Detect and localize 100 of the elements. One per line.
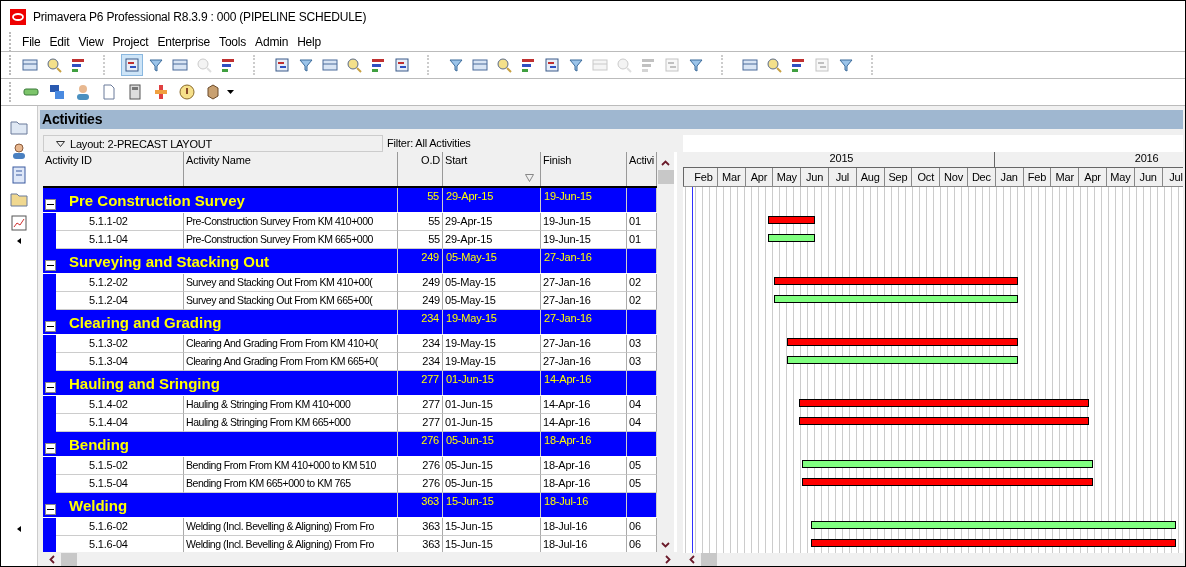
menu-item[interactable]: Help (293, 35, 325, 49)
menu-item[interactable]: Project (108, 35, 153, 49)
table-cell: 05-May-15 (443, 274, 541, 292)
filter-label: Filter: All Activities (386, 136, 472, 151)
scroll-up-icon[interactable] (661, 160, 670, 166)
timescale-month: Jul (829, 168, 857, 186)
horizontal-scrollbar[interactable] (683, 553, 1183, 566)
menu-item[interactable]: Admin (251, 35, 293, 49)
layout-name: Layout: 2-PRECAST LAYOUT (70, 137, 213, 150)
table-cell: 5.1.1-02 (56, 213, 184, 231)
table-cell: 29-Apr-15 (443, 188, 541, 212)
column-header[interactable]: Start (443, 152, 541, 186)
collapse-toggle[interactable] (45, 198, 56, 210)
wbs-group-name: Pre Construction Survey (69, 191, 245, 209)
menu-item[interactable]: View (74, 35, 108, 49)
collapse-toggle[interactable] (45, 503, 56, 515)
table-cell: 55 (398, 213, 443, 231)
table-cell: 19-May-15 (443, 310, 541, 334)
sort-icon (525, 174, 534, 182)
table-cell: 276 (398, 457, 443, 475)
scroll-left-icon[interactable] (49, 554, 55, 564)
folder2-icon[interactable] (10, 190, 28, 208)
menu-item[interactable]: File (18, 35, 45, 49)
menu-item[interactable]: Enterprise (153, 35, 215, 49)
timescale-month: Jun (801, 168, 829, 186)
activity-bar[interactable] (811, 521, 1176, 529)
collapse-toggle[interactable] (45, 320, 56, 332)
folder-icon[interactable] (10, 118, 28, 136)
warn-icon[interactable] (179, 84, 195, 100)
timescale-month: May (773, 168, 802, 186)
wbs-group-cell[interactable]: Welding (43, 493, 398, 517)
wbs-group-cell[interactable]: Pre Construction Survey (43, 188, 398, 212)
table-cell: 14-Apr-16 (541, 371, 627, 395)
menu-item[interactable]: Tools (215, 35, 251, 49)
timescale-month: Nov (940, 168, 968, 186)
doc-icon[interactable] (101, 84, 117, 100)
timescale-month: Feb (690, 168, 718, 186)
layout-selector[interactable]: Layout: 2-PRECAST LAYOUT (43, 135, 383, 152)
table-cell: 27-Jan-16 (541, 274, 627, 292)
dropdown-triangle-icon (56, 140, 65, 147)
collapse-arrow-icon[interactable] (17, 526, 21, 532)
user-icon[interactable] (10, 142, 28, 160)
table-cell: Hauling & Stringing From KM 410+000 (184, 396, 398, 414)
collapse-toggle[interactable] (45, 259, 56, 271)
wbs-group-cell[interactable]: Surveying and Stacking Out (43, 249, 398, 273)
column-header[interactable]: Activity ID (43, 152, 184, 186)
activity-bar[interactable] (768, 234, 816, 242)
timescale-year: 2016 (994, 152, 1183, 167)
wbs-group-name: Hauling and Sringing (69, 374, 220, 392)
panel-title: Activities (40, 110, 1183, 129)
app-logo-icon (10, 9, 26, 25)
wbs-group-cell[interactable]: Clearing and Grading (43, 310, 398, 334)
table-cell: 27-Jan-16 (541, 335, 627, 353)
wbs-group-cell[interactable]: Bending (43, 432, 398, 456)
column-header[interactable]: Activity Name (184, 152, 398, 186)
collapse-toggle[interactable] (45, 381, 56, 393)
column-header[interactable]: Finish (541, 152, 627, 186)
scroll-down-icon[interactable] (661, 542, 670, 548)
wbs-band (43, 536, 56, 552)
calc-icon[interactable] (127, 84, 143, 100)
timescale-month: Mar (717, 168, 746, 186)
activity-bar[interactable] (786, 356, 1018, 364)
notebook-icon[interactable] (10, 166, 28, 184)
table-cell: 19-Jun-15 (541, 188, 627, 212)
column-header[interactable]: O.D (398, 152, 443, 186)
collapse-toggle[interactable] (45, 442, 56, 454)
scroll-left-icon[interactable] (689, 555, 695, 564)
table-cell: 05-May-15 (443, 249, 541, 273)
timescale-month: Jun (1134, 168, 1163, 186)
table-cell: 249 (398, 274, 443, 292)
dropdown-caret-icon[interactable] (227, 90, 234, 94)
scrollbar-thumb[interactable] (61, 552, 77, 566)
table-cell: 18-Jul-16 (541, 518, 627, 536)
activity-bar[interactable] (773, 295, 1018, 303)
activity-bar[interactable] (802, 460, 1093, 468)
windows-icon[interactable] (49, 84, 65, 100)
table-cell: Pre-Construction Survey From KM 410+000 (184, 213, 398, 231)
table-cell: 234 (398, 335, 443, 353)
table-cell: 18-Apr-16 (541, 457, 627, 475)
wbs-group-cell[interactable]: Hauling and Sringing (43, 371, 398, 395)
timescale-month: Oct (912, 168, 941, 186)
user-icon[interactable] (75, 84, 91, 100)
wbs-group-name: Welding (69, 496, 128, 514)
chart-icon[interactable] (10, 214, 28, 232)
column-title: Finish (543, 154, 572, 166)
table-cell: 276 (398, 432, 443, 456)
window-title: Primavera P6 Professional R8.3.9 : 000 (PIPELINE SCHEDULE) (33, 10, 367, 24)
scrollbar-thumb[interactable] (657, 170, 674, 184)
collapse-arrow-icon[interactable] (17, 238, 21, 244)
table-cell: Welding (Incl. Bevelling & Aligning) From Fro (184, 518, 398, 536)
timescale-month: Apr (1079, 168, 1107, 186)
scrollbar-thumb[interactable] (701, 553, 717, 566)
activity-bar[interactable] (768, 216, 816, 224)
scroll-right-icon[interactable] (665, 554, 671, 564)
timescale-month: Sep (884, 168, 913, 186)
table-cell: 363 (398, 493, 443, 517)
menu-item[interactable]: Edit (45, 35, 74, 49)
table-cell: 19-May-15 (443, 335, 541, 353)
table-cell: 14-Apr-16 (541, 396, 627, 414)
column-title: O.D (421, 154, 440, 166)
